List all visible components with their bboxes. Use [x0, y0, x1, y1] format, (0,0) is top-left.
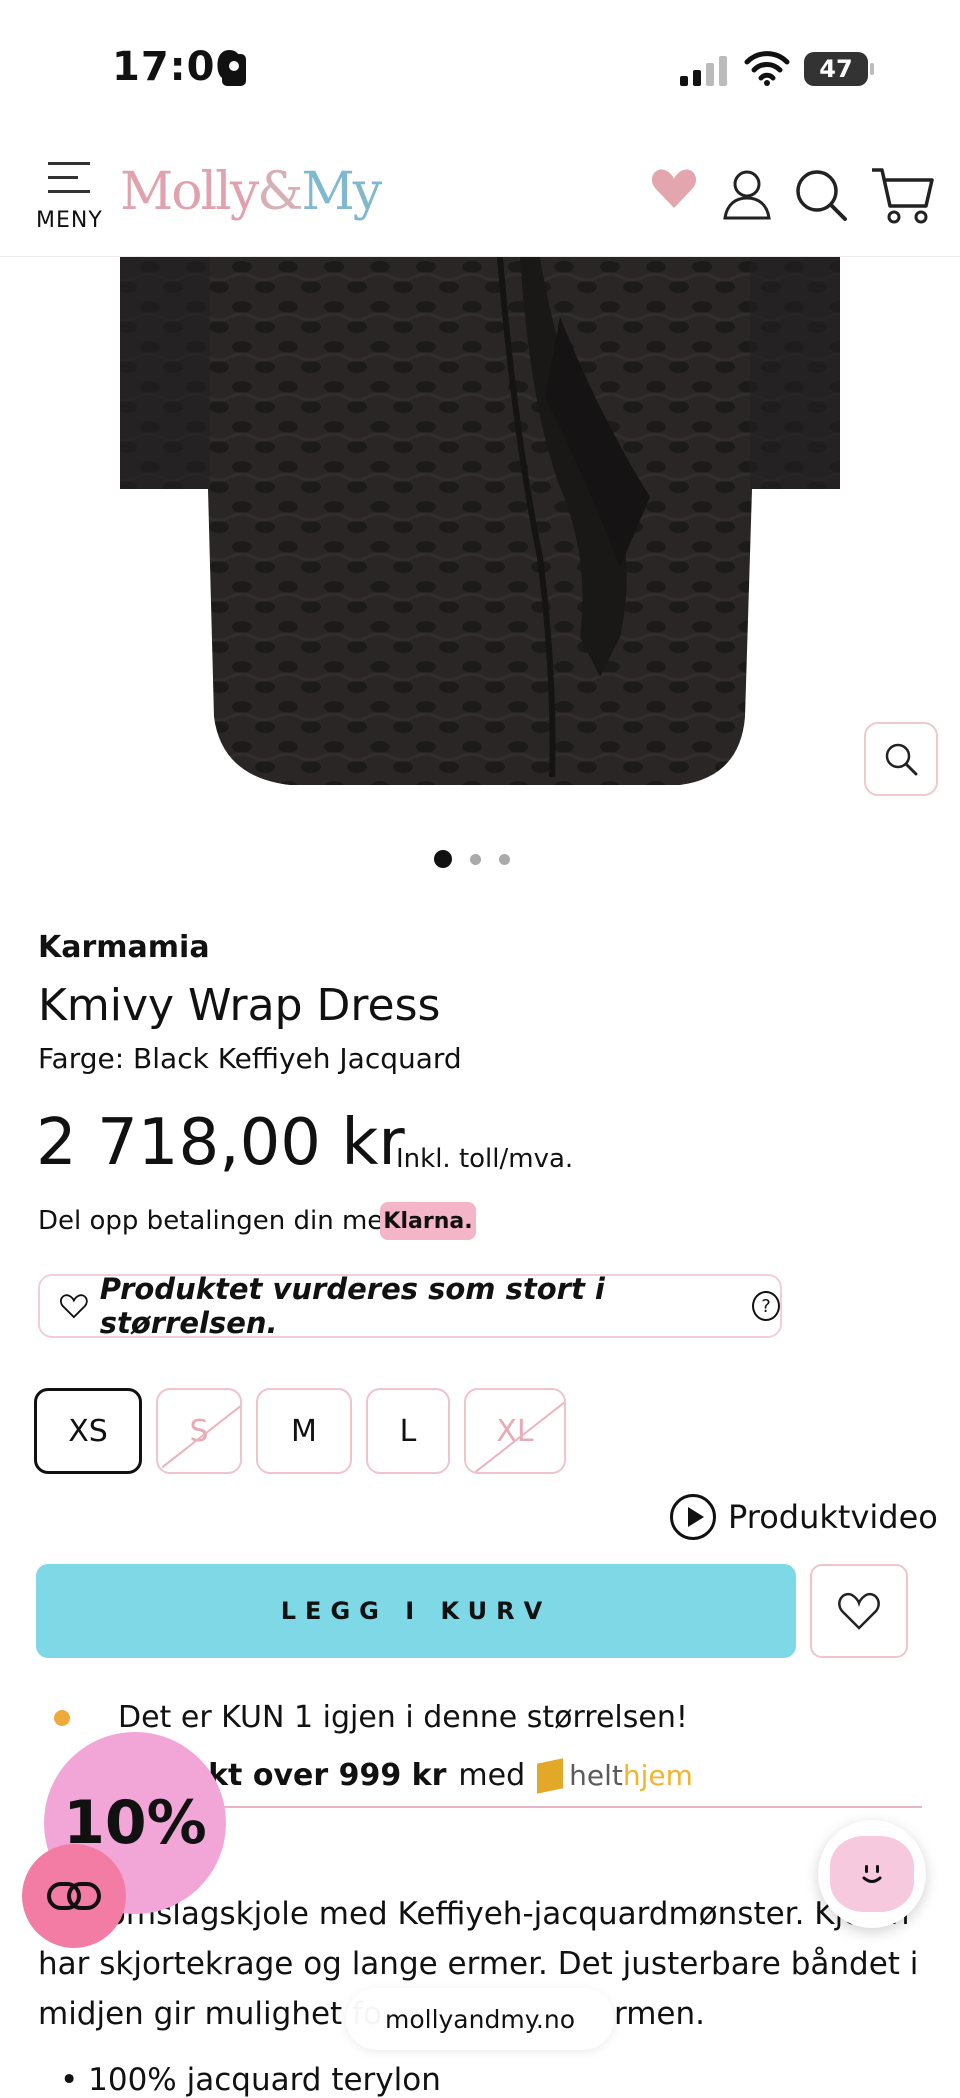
carousel-dots[interactable]: [434, 850, 510, 868]
help-icon[interactable]: ?: [751, 1291, 780, 1321]
wifi-icon: [744, 51, 790, 86]
wishlist-button[interactable]: [810, 1564, 908, 1658]
play-icon: [670, 1494, 716, 1540]
size-label: XL: [496, 1413, 534, 1449]
signal-icon: [680, 52, 728, 86]
size-option-s[interactable]: S: [156, 1388, 242, 1474]
zoom-icon: [885, 743, 918, 776]
description-line: midjen gir mulighet fo: [38, 1996, 382, 2032]
box-icon: [537, 1757, 564, 1794]
size-option-l[interactable]: L: [366, 1388, 450, 1474]
stock-dot: [54, 1709, 70, 1726]
size-label: M: [291, 1413, 317, 1449]
menu-label[interactable]: MENY: [36, 208, 103, 233]
size-option-xl[interactable]: XL: [464, 1388, 566, 1474]
size-note-text: Produktet vurderes som stort i størrelse…: [99, 1272, 605, 1340]
description-line-tail: rmen.: [614, 1996, 705, 2032]
chat-button[interactable]: [818, 1820, 926, 1928]
size-label: S: [189, 1413, 209, 1449]
logo-part-2: My: [301, 162, 383, 222]
shipping-info: frakt over 999 kr med helthjem: [160, 1757, 693, 1794]
carrier-part-2: hjem: [622, 1759, 693, 1792]
product-image[interactable]: [0, 257, 960, 797]
logo-part-1: Molly: [120, 162, 259, 222]
description-bullet: • 100% jacquard terylon: [60, 2062, 441, 2098]
chat-icon: [830, 1836, 914, 1912]
product-color: Farge: Black Keffiyeh Jacquard: [38, 1042, 462, 1075]
klarna-badge[interactable]: Klarna.: [380, 1202, 476, 1240]
video-label: Produktvideo: [728, 1498, 938, 1536]
description-line: e omslagskjole med Keffiyeh-jacquardmøns…: [78, 1896, 910, 1932]
product-title: Kmivy Wrap Dress: [38, 980, 441, 1031]
id-card-icon: [222, 54, 246, 86]
carrier-logo: helthjem: [537, 1757, 693, 1794]
battery-icon: 47: [804, 52, 874, 86]
size-label: XS: [68, 1413, 108, 1449]
site-logo[interactable]: Molly&My: [120, 162, 383, 222]
carousel-dot[interactable]: [470, 853, 481, 865]
menu-icon[interactable]: [48, 162, 90, 196]
add-to-cart-button[interactable]: LEGG I KURV: [36, 1564, 796, 1658]
carousel-dot[interactable]: [499, 853, 510, 865]
bullet-text: 100% jacquard terylon: [88, 2062, 441, 2098]
divider: [120, 1806, 922, 1808]
description-line: har skjortekrage og lange ermer. Det jus…: [38, 1946, 919, 1982]
search-icon[interactable]: [794, 168, 848, 222]
shipping-suffix: med: [458, 1758, 526, 1793]
stock-text: Det er KUN 1 igjen i denne størrelsen!: [118, 1700, 688, 1735]
url-bar[interactable]: mollyandmy.no: [346, 1988, 614, 2050]
stock-message: Det er KUN 1 igjen i denne størrelsen!: [54, 1700, 688, 1735]
dress-image: [120, 257, 840, 785]
user-icon[interactable]: [722, 168, 772, 220]
wishlist-heart-icon: [838, 1592, 880, 1630]
cart-icon[interactable]: [870, 166, 934, 224]
size-note[interactable]: Produktet vurderes som stort i størrelse…: [38, 1272, 782, 1340]
size-option-m[interactable]: M: [256, 1388, 352, 1474]
size-label: L: [399, 1413, 417, 1449]
size-option-xs[interactable]: XS: [34, 1388, 142, 1474]
carousel-dot[interactable]: [434, 850, 452, 868]
product-price: 2 718,00 kr: [36, 1106, 405, 1180]
product-brand[interactable]: Karmamia: [38, 930, 210, 965]
heart-icon[interactable]: [650, 166, 698, 210]
carrier-part-1: helt: [569, 1759, 623, 1792]
heart-outline-icon: [60, 1294, 88, 1319]
product-video-link[interactable]: Produktvideo: [670, 1494, 938, 1540]
logo-amp: &: [257, 162, 303, 222]
klarna-text: Del opp betalingen din med: [38, 1206, 400, 1236]
widget-button[interactable]: [22, 1844, 126, 1948]
zoom-button[interactable]: [864, 722, 938, 796]
price-note: Inkl. toll/mva.: [396, 1144, 574, 1174]
widget-icon: [47, 1882, 101, 1910]
